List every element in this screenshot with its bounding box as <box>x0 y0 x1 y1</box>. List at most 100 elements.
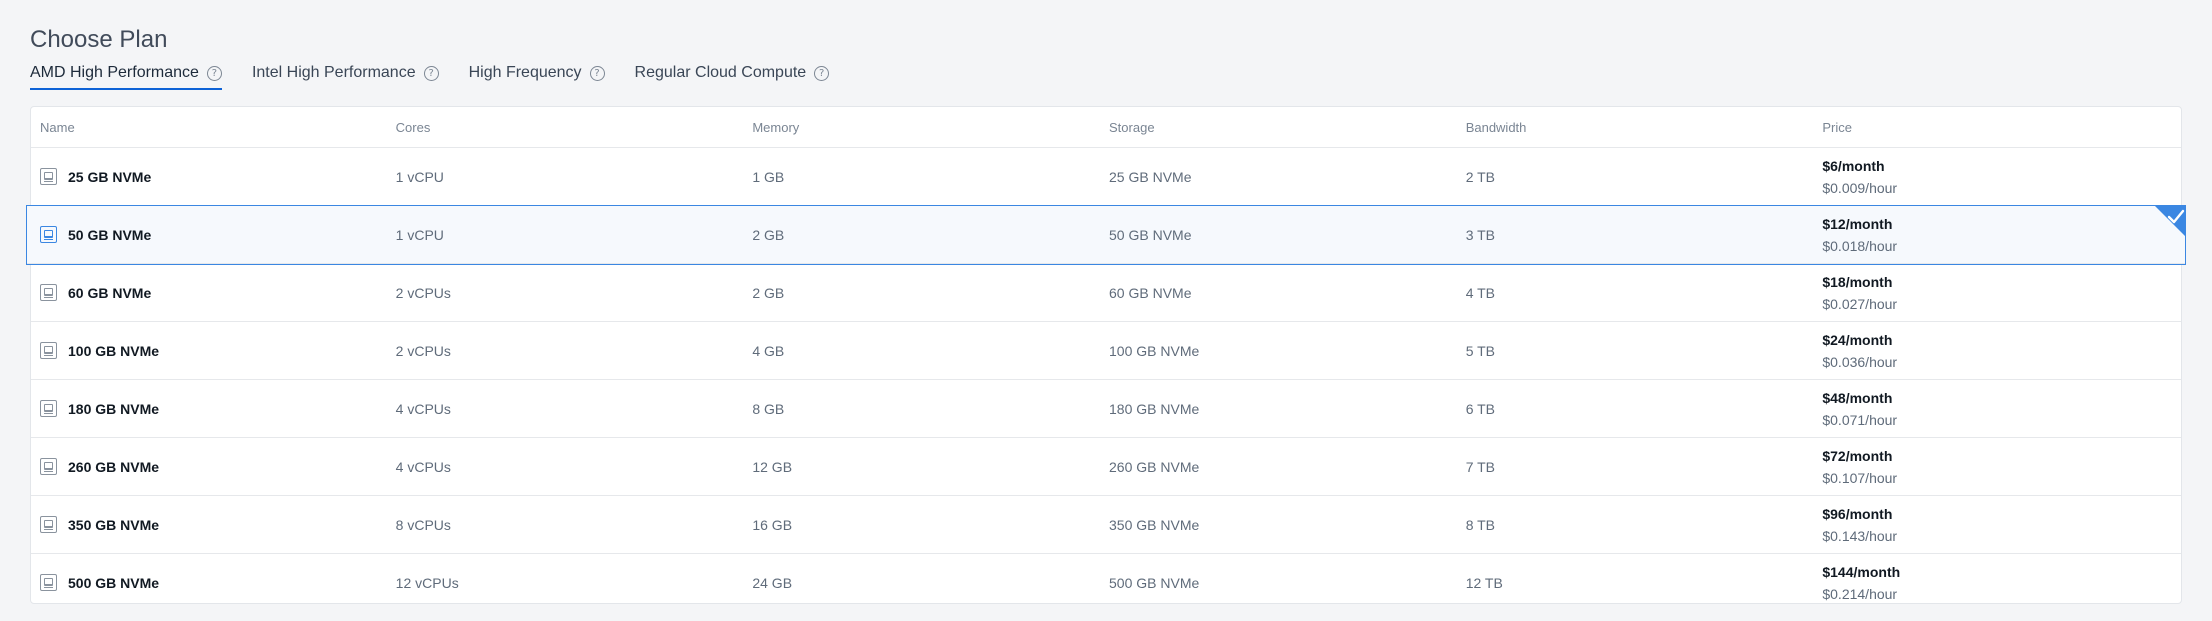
help-circle-icon[interactable]: ? <box>589 66 605 81</box>
plan-name: 500 GB NVMe <box>68 574 160 591</box>
price-hourly: $0.009/hour <box>1822 179 1898 196</box>
tab-high-frequency[interactable]: High Frequency ? <box>469 60 605 90</box>
price-hourly: $0.143/hour <box>1822 527 1898 544</box>
storage-cell: 60 GB NVMe <box>1109 284 1192 301</box>
cores-cell: 1 vCPU <box>395 168 444 185</box>
table-row-selected[interactable]: 50 GB NVMe 1 vCPU 2 GB 50 GB NVMe 3 TB $… <box>26 205 2186 265</box>
cores-cell: 2 vCPUs <box>395 342 451 359</box>
price-hourly: $0.036/hour <box>1822 353 1898 370</box>
checkmark-corner-icon <box>2154 205 2186 237</box>
tab-amd-high-performance[interactable]: AMD High Performance ? <box>30 60 222 90</box>
plan-name-cell: 50 GB NVMe <box>31 226 388 243</box>
memory-cell: 12 GB <box>752 458 793 475</box>
plan-name: 25 GB NVMe <box>68 168 152 185</box>
bandwidth-cell: 2 TB <box>1465 168 1495 185</box>
price-cell: $18/month $0.027/hour <box>1814 274 2181 312</box>
server-icon <box>40 226 57 243</box>
plan-name: 50 GB NVMe <box>68 226 152 243</box>
server-icon <box>40 284 57 301</box>
plan-name-cell: 500 GB NVMe <box>31 574 388 591</box>
server-icon <box>40 400 57 417</box>
column-header-storage: Storage <box>1109 119 1155 135</box>
help-circle-icon[interactable]: ? <box>423 66 439 81</box>
server-icon <box>40 516 57 533</box>
price-monthly: $48/month <box>1822 389 1893 406</box>
server-icon <box>40 168 57 185</box>
price-cell: $24/month $0.036/hour <box>1814 332 2181 370</box>
bandwidth-cell: 4 TB <box>1465 284 1495 301</box>
table-row[interactable]: 350 GB NVMe 8 vCPUs 16 GB 350 GB NVMe 8 … <box>31 496 2181 554</box>
cores-cell: 2 vCPUs <box>395 284 451 301</box>
plan-name: 350 GB NVMe <box>68 516 160 533</box>
memory-cell: 24 GB <box>752 574 793 591</box>
table-row[interactable]: 180 GB NVMe 4 vCPUs 8 GB 180 GB NVMe 6 T… <box>31 380 2181 438</box>
table-row[interactable]: 260 GB NVMe 4 vCPUs 12 GB 260 GB NVMe 7 … <box>31 438 2181 496</box>
price-cell: $144/month $0.214/hour <box>1814 564 2181 602</box>
storage-cell: 500 GB NVMe <box>1109 574 1200 591</box>
plan-name: 100 GB NVMe <box>68 342 160 359</box>
plan-name-cell: 180 GB NVMe <box>31 400 388 417</box>
tab-label: Regular Cloud Compute <box>634 64 807 81</box>
table-row[interactable]: 60 GB NVMe 2 vCPUs 2 GB 60 GB NVMe 4 TB … <box>31 264 2181 322</box>
column-header-price: Price <box>1822 119 1852 135</box>
bandwidth-cell: 5 TB <box>1465 342 1495 359</box>
memory-cell: 2 GB <box>752 226 785 243</box>
table-row[interactable]: 100 GB NVMe 2 vCPUs 4 GB 100 GB NVMe 5 T… <box>31 322 2181 380</box>
tab-regular-cloud-compute[interactable]: Regular Cloud Compute ? <box>635 60 830 90</box>
storage-cell: 260 GB NVMe <box>1109 458 1200 475</box>
plan-name: 60 GB NVMe <box>68 284 152 301</box>
plan-name: 180 GB NVMe <box>68 400 160 417</box>
price-hourly: $0.027/hour <box>1822 295 1898 312</box>
plan-name: 260 GB NVMe <box>68 458 160 475</box>
price-monthly: $12/month <box>1822 215 1893 232</box>
bandwidth-cell: 12 TB <box>1465 574 1503 591</box>
bandwidth-cell: 7 TB <box>1465 458 1495 475</box>
storage-cell: 50 GB NVMe <box>1109 226 1192 243</box>
price-monthly: $96/month <box>1822 505 1893 522</box>
tab-label: Intel High Performance <box>251 64 416 81</box>
plan-name-cell: 350 GB NVMe <box>31 516 388 533</box>
table-header: Name Cores Memory Storage Bandwidth Pric… <box>31 107 2181 148</box>
table-row[interactable]: 25 GB NVMe 1 vCPU 1 GB 25 GB NVMe 2 TB $… <box>31 148 2181 206</box>
price-monthly: $144/month <box>1822 563 1901 580</box>
storage-cell: 350 GB NVMe <box>1109 516 1200 533</box>
help-circle-icon[interactable]: ? <box>814 66 830 81</box>
storage-cell: 100 GB NVMe <box>1109 342 1200 359</box>
cores-cell: 1 vCPU <box>395 226 444 243</box>
price-hourly: $0.018/hour <box>1822 237 1898 254</box>
memory-cell: 4 GB <box>752 342 785 359</box>
plan-name-cell: 25 GB NVMe <box>31 168 388 185</box>
server-icon <box>40 342 57 359</box>
tab-intel-high-performance[interactable]: Intel High Performance ? <box>252 60 439 90</box>
memory-cell: 1 GB <box>752 168 785 185</box>
plan-name-cell: 100 GB NVMe <box>31 342 388 359</box>
server-icon <box>40 574 57 591</box>
tab-label: AMD High Performance <box>30 64 199 81</box>
column-header-memory: Memory <box>752 119 800 135</box>
bandwidth-cell: 8 TB <box>1465 516 1495 533</box>
cores-cell: 4 vCPUs <box>395 400 451 417</box>
price-hourly: $0.071/hour <box>1822 411 1898 428</box>
cores-cell: 8 vCPUs <box>395 516 451 533</box>
memory-cell: 8 GB <box>752 400 785 417</box>
bandwidth-cell: 3 TB <box>1465 226 1495 243</box>
price-cell: $96/month $0.143/hour <box>1814 506 2181 544</box>
memory-cell: 2 GB <box>752 284 785 301</box>
cores-cell: 4 vCPUs <box>395 458 451 475</box>
price-cell: $6/month $0.009/hour <box>1814 158 2181 196</box>
price-monthly: $18/month <box>1822 273 1893 290</box>
help-circle-icon[interactable]: ? <box>206 66 222 81</box>
column-header-name: Name <box>40 119 75 135</box>
cores-cell: 12 vCPUs <box>395 574 459 591</box>
price-monthly: $24/month <box>1822 331 1893 348</box>
storage-cell: 180 GB NVMe <box>1109 400 1200 417</box>
column-header-bandwidth: Bandwidth <box>1465 119 1527 135</box>
price-cell: $72/month $0.107/hour <box>1814 448 2181 486</box>
memory-cell: 16 GB <box>752 516 793 533</box>
column-header-cores: Cores <box>395 119 431 135</box>
plan-name-cell: 260 GB NVMe <box>31 458 388 475</box>
table-row[interactable]: 500 GB NVMe 12 vCPUs 24 GB 500 GB NVMe 1… <box>31 554 2181 611</box>
page-title: Choose Plan <box>30 26 168 54</box>
plan-type-tabs: AMD High Performance ? Intel High Perfor… <box>30 60 859 92</box>
price-hourly: $0.214/hour <box>1822 585 1898 602</box>
